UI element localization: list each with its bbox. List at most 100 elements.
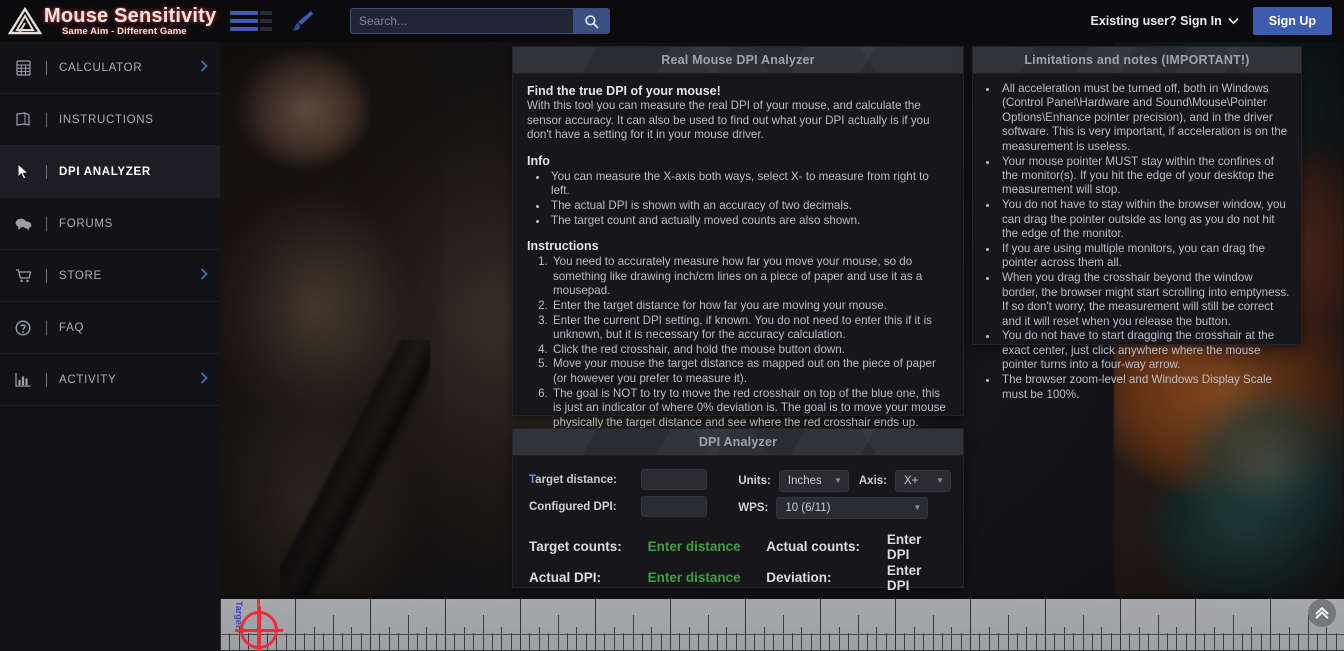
hamburger-menu-icon[interactable]	[230, 11, 276, 31]
ruler-tick	[1233, 615, 1234, 651]
top-bar: Mouse Sensitivity Same Aim - Different G…	[0, 0, 1344, 42]
sidebar-item-forums[interactable]: FORUMS	[0, 198, 220, 250]
axis-label: Axis:	[858, 474, 887, 487]
measurement-ruler[interactable]: Target	[220, 595, 1344, 651]
ruler-tick	[989, 627, 990, 651]
search-input[interactable]	[351, 9, 573, 33]
list-item: Click the red crosshair, and hold the mo…	[551, 343, 949, 358]
info-section-title: Info	[527, 153, 550, 168]
ruler-tick	[1083, 615, 1084, 651]
ruler-tick	[1045, 599, 1046, 651]
list-item: The goal is NOT to try to move the red c…	[551, 387, 949, 431]
divider	[46, 60, 47, 75]
caret-down-icon: ▼	[936, 476, 944, 485]
book-icon	[0, 112, 46, 127]
ruler-tick	[604, 633, 605, 651]
sidebar-item-activity[interactable]: ACTIVITY	[0, 354, 220, 406]
ruler-tick	[1092, 633, 1093, 651]
target-distance-row: Target distance:	[529, 466, 738, 493]
account-area: Existing user? Sign In Sign Up	[1091, 7, 1344, 35]
sidebar-item-dpi-analyzer[interactable]: DPI ANALYZER	[0, 146, 220, 198]
ruler-tick	[670, 599, 671, 651]
sidebar-item-label: DPI ANALYZER	[59, 165, 151, 178]
list-item: The target count and actually moved coun…	[549, 214, 949, 229]
list-item: Move your mouse the target distance as m…	[551, 357, 949, 386]
question-mark-icon	[0, 319, 46, 336]
ruler-tick	[1036, 633, 1037, 651]
ruler-tick	[398, 633, 399, 651]
ruler-tick	[1242, 633, 1243, 651]
list-item: You can measure the X-axis both ways, se…	[549, 170, 949, 199]
search-button[interactable]	[573, 9, 609, 33]
list-item: Your mouse pointer MUST stay within the …	[999, 155, 1291, 198]
ruler-tick	[1054, 633, 1055, 651]
ruler-tick	[1326, 627, 1327, 651]
configured-dpi-input[interactable]	[641, 496, 707, 517]
crosshair-icon[interactable]	[235, 606, 283, 651]
info-intro: With this tool you can measure the real …	[527, 99, 930, 142]
triangle-a-logo-icon	[7, 6, 43, 35]
ruler-tick	[1101, 627, 1102, 651]
ruler-tick	[848, 633, 849, 651]
brand-logo[interactable]: Mouse Sensitivity Same Aim - Different G…	[0, 0, 220, 42]
sidebar-item-store[interactable]: STORE	[0, 250, 220, 302]
paintbrush-icon[interactable]	[290, 8, 316, 34]
divider	[46, 372, 47, 387]
ruler-tick	[726, 627, 727, 651]
units-select[interactable]: Inches ▼	[778, 469, 849, 492]
ruler-tick	[511, 633, 512, 651]
ruler-tick	[333, 615, 334, 651]
wps-select[interactable]: 10 (6/11) ▼	[776, 496, 929, 519]
search-box[interactable]	[350, 8, 610, 34]
list-item: The browser zoom-level and Windows Displ…	[999, 373, 1291, 402]
ruler-tick	[876, 627, 877, 651]
ruler-tick	[295, 599, 296, 651]
ruler-tick	[370, 599, 371, 651]
ruler-tick	[1017, 633, 1018, 651]
ruler-tick	[473, 633, 474, 651]
ruler-tick	[558, 615, 559, 651]
ruler-tick	[1204, 633, 1205, 651]
ruler-tick	[933, 615, 934, 651]
target-distance-input[interactable]	[641, 469, 707, 490]
ruler-tick	[1148, 633, 1149, 651]
ruler-tick	[829, 633, 830, 651]
sidebar-item-faq[interactable]: FAQ	[0, 302, 220, 354]
scroll-to-top-button[interactable]	[1308, 599, 1336, 627]
ruler-tick	[651, 627, 652, 651]
list-item: All acceleration must be turned off, bot…	[999, 82, 1291, 154]
sidebar-item-instructions[interactable]: INSTRUCTIONS	[0, 94, 220, 146]
ruler-tick	[1008, 615, 1009, 651]
configured-dpi-label: Configured DPI:	[529, 500, 617, 513]
ruler-tick	[1195, 599, 1196, 651]
ruler-tick	[839, 627, 840, 651]
ruler-tick	[1129, 633, 1130, 651]
chevron-right-icon[interactable]	[200, 372, 208, 387]
shopping-cart-icon	[0, 268, 46, 283]
ruler-tick	[483, 615, 484, 651]
chevron-right-icon[interactable]	[200, 60, 208, 75]
deviation-value: Enter DPI	[886, 562, 922, 593]
ruler-tick	[970, 599, 971, 651]
ruler-tick	[229, 633, 230, 651]
ruler-tick	[492, 633, 493, 651]
sign-in-button[interactable]: Existing user? Sign In	[1091, 14, 1239, 28]
ruler-tick	[811, 633, 812, 651]
axis-select[interactable]: X+ ▼	[895, 469, 951, 492]
ruler-tick	[1279, 633, 1280, 651]
deviation-label: Deviation:	[766, 570, 832, 585]
ruler-tick	[286, 633, 287, 651]
ruler-tick	[323, 633, 324, 651]
dpi-form-right: Units: Inches ▼ Axis: X+ ▼ WPS: 10 (6/11…	[738, 466, 951, 521]
ruler-tick	[361, 633, 362, 651]
list-item: You do not have to stay within the brows…	[999, 198, 1291, 241]
divider	[46, 268, 47, 283]
axis-value: X+	[904, 474, 919, 487]
ruler-tick	[904, 633, 905, 651]
sign-up-button[interactable]: Sign Up	[1252, 7, 1332, 35]
limitations-panel-title: Limitations and notes (IMPORTANT!)	[1024, 53, 1250, 67]
chevron-right-icon[interactable]	[200, 268, 208, 283]
ruler-tick	[408, 615, 409, 651]
sidebar-item-calculator[interactable]: CALCULATOR	[0, 42, 220, 94]
dpi-form: Target distance: Configured DPI: Units: …	[525, 462, 951, 521]
